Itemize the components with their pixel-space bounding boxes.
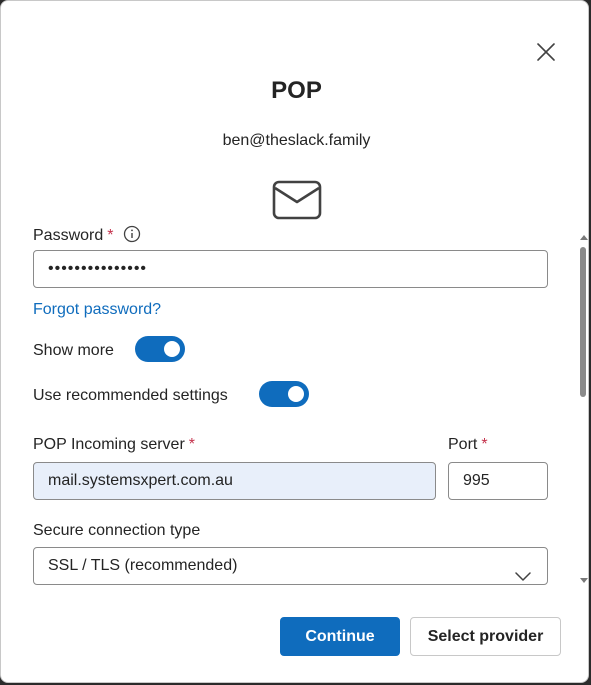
toggle-knob: [164, 341, 180, 357]
settings-scroll-area[interactable]: Password * ••••••••••••••• Forgot passwor…: [1, 223, 576, 593]
scroll-down-arrow[interactable]: [580, 578, 588, 583]
scrollbar-thumb[interactable]: [580, 247, 586, 397]
incoming-server-label: POP Incoming server *: [33, 436, 195, 453]
secure-connection-value: SSL / TLS (recommended): [48, 557, 238, 574]
use-recommended-label: Use recommended settings: [33, 387, 228, 404]
select-provider-button[interactable]: Select provider: [410, 617, 561, 656]
scroll-up-arrow[interactable]: [580, 235, 588, 240]
secure-connection-label: Secure connection type: [33, 522, 201, 539]
pop-account-dialog: POP ben@theslack.family Password * ••••••…: [0, 0, 589, 683]
port-field[interactable]: 995: [448, 462, 548, 500]
dialog-title: POP: [271, 77, 322, 104]
close-icon[interactable]: [533, 39, 559, 65]
use-recommended-toggle[interactable]: [259, 381, 309, 407]
chevron-down-icon: [515, 560, 531, 581]
port-label: Port *: [448, 436, 488, 453]
show-more-label: Show more: [33, 342, 114, 359]
continue-button[interactable]: Continue: [280, 617, 400, 656]
info-icon[interactable]: [123, 225, 141, 248]
vertical-scrollbar[interactable]: [577, 233, 588, 585]
forgot-password-link[interactable]: Forgot password?: [33, 301, 161, 319]
account-email: ben@theslack.family: [222, 132, 371, 149]
incoming-server-field[interactable]: mail.systemsxpert.com.au: [33, 462, 436, 500]
toggle-knob: [288, 386, 304, 402]
password-field[interactable]: •••••••••••••••: [33, 250, 548, 288]
mail-icon: [272, 180, 322, 220]
show-more-toggle[interactable]: [135, 336, 185, 362]
secure-connection-select[interactable]: SSL / TLS (recommended): [33, 547, 548, 585]
password-label: Password *: [33, 225, 141, 248]
